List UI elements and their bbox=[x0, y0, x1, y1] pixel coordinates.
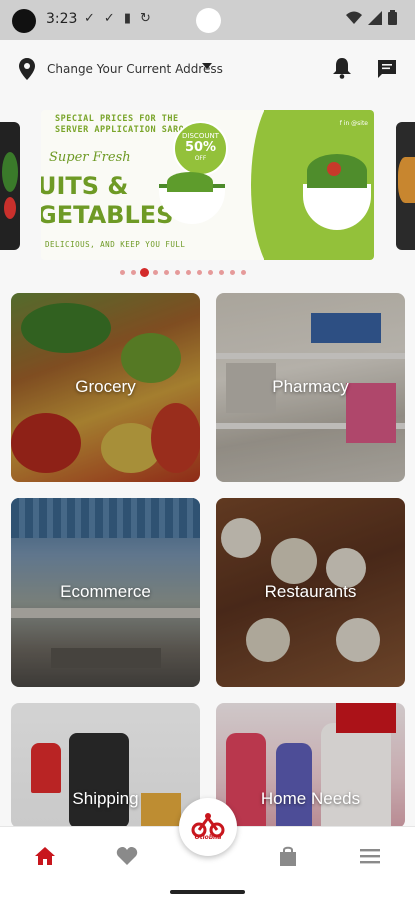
carousel-dot[interactable] bbox=[230, 270, 235, 275]
brand-name: Otlobna bbox=[194, 834, 222, 841]
category-grocery[interactable]: Grocery bbox=[11, 293, 200, 482]
change-address-button[interactable]: Change Your Current Address bbox=[47, 62, 223, 76]
category-label: Pharmacy bbox=[272, 377, 349, 396]
category-label: Grocery bbox=[75, 377, 136, 396]
sync-icon: ↻ bbox=[139, 11, 151, 26]
app-screen: 3:23 ✓ ✓ ▮ ↻ Change Your Current Address bbox=[0, 0, 415, 900]
front-camera bbox=[196, 8, 221, 33]
promo-banner[interactable]: SPECIAL PRICES FOR THE SERVER APPLICATIO… bbox=[41, 110, 374, 260]
chevron-down-icon[interactable] bbox=[202, 63, 212, 69]
tile-overlay bbox=[216, 703, 405, 828]
camera-cutout bbox=[12, 9, 36, 33]
banner-title: UITS & GETABLES bbox=[41, 172, 174, 229]
download-done-icon: ✓ bbox=[103, 11, 115, 26]
heart-icon[interactable] bbox=[116, 845, 138, 867]
carousel-dot[interactable] bbox=[241, 270, 246, 275]
carousel-dot-active[interactable] bbox=[140, 268, 149, 277]
carousel-dot[interactable] bbox=[164, 270, 169, 275]
signal-icon bbox=[368, 10, 382, 25]
carousel-dot[interactable] bbox=[120, 270, 125, 275]
category-label: Home Needs bbox=[260, 789, 361, 808]
banner-social-links: f in @site bbox=[339, 120, 368, 127]
menu-icon[interactable] bbox=[359, 845, 381, 867]
carousel-next-slide[interactable] bbox=[396, 122, 415, 250]
clipboard-icon: ▮ bbox=[123, 11, 131, 26]
carousel-prev-slide[interactable] bbox=[0, 122, 20, 250]
system-icons bbox=[346, 10, 397, 25]
promo-carousel[interactable]: SPECIAL PRICES FOR THE SERVER APPLICATIO… bbox=[0, 110, 415, 262]
home-gesture-handle[interactable] bbox=[170, 890, 245, 894]
status-bar: 3:23 ✓ ✓ ▮ ↻ bbox=[0, 0, 415, 40]
category-ecommerce[interactable]: Ecommerce bbox=[11, 498, 200, 687]
category-label: Shipping bbox=[72, 789, 139, 808]
chat-icon[interactable] bbox=[376, 58, 398, 80]
carousel-dot[interactable] bbox=[131, 270, 136, 275]
carousel-dot[interactable] bbox=[175, 270, 180, 275]
discount-badge: DISCOUNT 50% OFF bbox=[173, 121, 228, 176]
gesture-navigation-bar bbox=[0, 884, 415, 900]
category-restaurants[interactable]: Restaurants bbox=[216, 498, 405, 687]
bag-icon[interactable] bbox=[277, 845, 299, 867]
category-label: Ecommerce bbox=[60, 582, 151, 601]
category-home-needs[interactable]: Home Needs bbox=[216, 703, 405, 828]
brand-fab-button[interactable]: Otlobna bbox=[179, 798, 237, 856]
carousel-dot[interactable] bbox=[219, 270, 224, 275]
carousel-dot[interactable] bbox=[186, 270, 191, 275]
carousel-dot[interactable] bbox=[208, 270, 213, 275]
banner-tagline: DELICIOUS, AND KEEP YOU FULL bbox=[45, 240, 186, 249]
tile-overlay bbox=[11, 703, 200, 828]
banner-special-text: SPECIAL PRICES FOR THE SERVER APPLICATIO… bbox=[55, 114, 185, 135]
battery-icon bbox=[388, 10, 397, 25]
banner-super-fresh: Super Fresh bbox=[49, 150, 131, 165]
category-pharmacy[interactable]: Pharmacy bbox=[216, 293, 405, 482]
carousel-dot[interactable] bbox=[197, 270, 202, 275]
top-app-bar: Change Your Current Address bbox=[0, 40, 415, 98]
category-label: Restaurants bbox=[264, 582, 357, 601]
location-pin-icon[interactable] bbox=[18, 58, 36, 80]
wifi-icon bbox=[346, 11, 362, 24]
status-time: 3:23 bbox=[46, 11, 78, 27]
notification-icons: ✓ ✓ ▮ ↻ bbox=[84, 11, 151, 26]
carousel-dot[interactable] bbox=[153, 270, 158, 275]
bell-icon[interactable] bbox=[332, 57, 352, 79]
download-done-icon: ✓ bbox=[84, 11, 95, 26]
carousel-indicators bbox=[0, 268, 415, 278]
home-icon[interactable] bbox=[34, 845, 56, 867]
category-shipping[interactable]: Shipping bbox=[11, 703, 200, 828]
